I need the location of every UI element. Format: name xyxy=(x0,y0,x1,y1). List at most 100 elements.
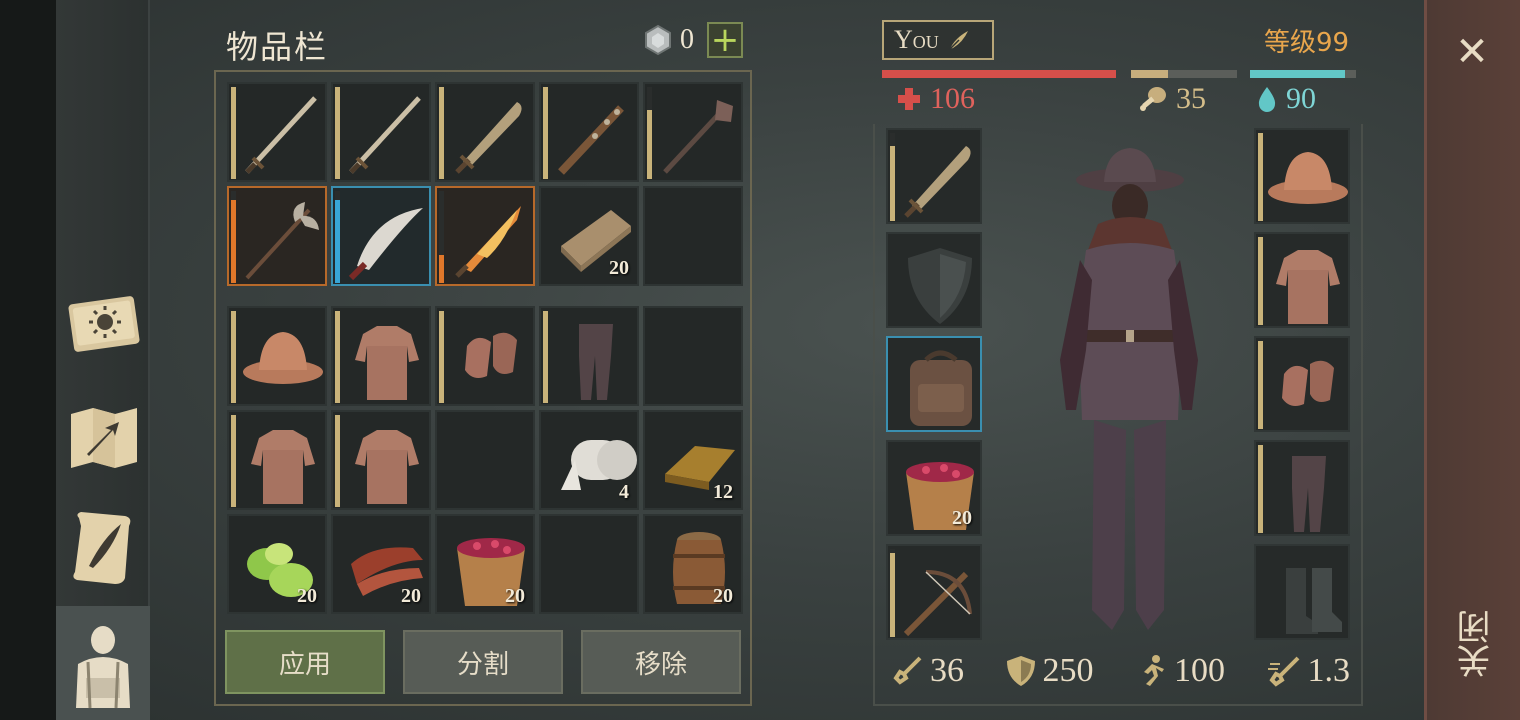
inventory-slot[interactable] xyxy=(539,306,639,406)
equipment-slot[interactable] xyxy=(886,336,982,432)
inventory-slot[interactable] xyxy=(331,410,431,510)
split-button[interactable]: 分割 xyxy=(403,630,563,694)
character-tab-active[interactable] xyxy=(56,606,150,720)
inventory-slot[interactable]: 20 xyxy=(331,514,431,614)
inventory-slot[interactable]: 4 xyxy=(539,410,639,510)
inventory-slot[interactable] xyxy=(331,82,431,182)
durability-bar xyxy=(231,87,236,179)
kettle-helmet-icon xyxy=(243,332,323,384)
inventory-slot[interactable]: 20 xyxy=(539,186,639,286)
inventory-slot[interactable] xyxy=(435,306,535,406)
health-bar xyxy=(882,70,1116,78)
attack-value: 36 xyxy=(930,652,964,689)
durability-bar xyxy=(439,87,444,179)
journal-sun-icon[interactable] xyxy=(64,284,144,364)
equipment-slot[interactable] xyxy=(1254,232,1350,328)
durability-bar xyxy=(1258,341,1263,429)
food-stat: 35 xyxy=(1138,82,1206,116)
durability-fill xyxy=(231,415,236,507)
durability-bar xyxy=(335,415,340,507)
quill-edit-icon[interactable] xyxy=(947,28,971,52)
water-value: 90 xyxy=(1286,82,1316,115)
empty-slot[interactable] xyxy=(539,514,639,614)
durability-fill xyxy=(335,311,340,403)
speed-value: 100 xyxy=(1174,652,1225,689)
add-coins-button[interactable]: + xyxy=(707,22,743,58)
chainmail-leggings-icon xyxy=(1292,456,1326,532)
crossbow-icon xyxy=(903,570,972,637)
inventory-slot[interactable] xyxy=(227,82,327,182)
durability-bar xyxy=(231,415,236,507)
durability-fill xyxy=(647,110,652,179)
character-backpack-icon xyxy=(76,626,130,709)
water-bar xyxy=(1250,70,1356,78)
inventory-slot[interactable] xyxy=(539,82,639,182)
armor-value: 250 xyxy=(1042,652,1094,689)
armor-shield-icon xyxy=(1006,656,1035,686)
durability-bar xyxy=(1258,237,1263,325)
chainmail-shirt-icon xyxy=(355,430,419,504)
boots-placeholder-icon xyxy=(1286,568,1342,634)
scroll-quill-icon[interactable] xyxy=(64,508,144,588)
item-quantity: 20 xyxy=(952,507,972,529)
durability-bar xyxy=(439,191,444,283)
equipment-slot[interactable] xyxy=(1254,440,1350,536)
durability-bar xyxy=(335,87,340,179)
close-label[interactable]: 关闭 xyxy=(1452,610,1497,678)
character-model[interactable] xyxy=(1046,140,1206,640)
attack-speed-stat: 1.3 xyxy=(1266,652,1350,690)
durability-fill xyxy=(543,87,548,179)
durability-fill xyxy=(231,200,236,283)
durability-bar xyxy=(335,311,340,403)
durability-fill xyxy=(1258,237,1263,325)
inventory-slot[interactable]: 12 xyxy=(643,410,743,510)
inventory-slot[interactable] xyxy=(331,186,431,286)
durability-fill xyxy=(439,87,444,179)
left-edge xyxy=(0,0,56,720)
chainmail-shirt-icon xyxy=(1276,250,1340,324)
inventory-slot[interactable] xyxy=(227,410,327,510)
health-cross-icon xyxy=(898,88,920,110)
durability-fill xyxy=(231,87,236,179)
durability-fill xyxy=(1258,133,1263,221)
chainmail-gloves-icon xyxy=(465,332,517,378)
durability-bar xyxy=(335,191,340,283)
equipment-slot[interactable] xyxy=(886,128,982,224)
equipment-slot[interactable] xyxy=(1254,336,1350,432)
inventory-slot[interactable] xyxy=(435,82,535,182)
kettle-helmet-icon xyxy=(1268,152,1348,204)
inventory-slot[interactable] xyxy=(227,306,327,406)
inventory-slot[interactable]: 20 xyxy=(643,514,743,614)
inventory-slot[interactable]: 20 xyxy=(227,514,327,614)
falchion-icon xyxy=(904,146,971,218)
remove-button[interactable]: 移除 xyxy=(581,630,741,694)
empty-slot[interactable] xyxy=(643,186,743,286)
water-drop-icon xyxy=(1258,87,1276,112)
meat-leg-icon xyxy=(1140,87,1166,111)
player-name-badge[interactable]: You xyxy=(882,20,994,60)
equipment-slot[interactable] xyxy=(1254,544,1350,640)
empty-slot[interactable] xyxy=(643,306,743,406)
inventory-slot[interactable]: 20 xyxy=(435,514,535,614)
inventory-slot[interactable] xyxy=(227,186,327,286)
equipment-slot[interactable] xyxy=(1254,128,1350,224)
equipment-slot[interactable]: 20 xyxy=(886,440,982,536)
close-icon[interactable]: ✕ xyxy=(1448,28,1496,76)
inventory-slot[interactable] xyxy=(643,82,743,182)
inventory-slot[interactable] xyxy=(435,186,535,286)
map-arrow-icon[interactable] xyxy=(64,398,144,478)
durability-fill xyxy=(1258,445,1263,533)
equipment-slot[interactable] xyxy=(886,232,982,328)
empty-slot[interactable] xyxy=(435,410,535,510)
durability-fill xyxy=(890,146,895,221)
inventory-slot[interactable] xyxy=(331,306,431,406)
player-level: 等级99 xyxy=(1264,28,1350,58)
chainmail-shirt-icon xyxy=(251,430,315,504)
food-value: 35 xyxy=(1176,82,1206,115)
chainmail-shirt-icon xyxy=(355,326,419,400)
longsword-icon xyxy=(349,96,421,174)
apply-button[interactable]: 应用 xyxy=(225,630,385,694)
attack-sword-icon xyxy=(893,656,922,685)
mace-icon xyxy=(663,100,733,174)
equipment-slot[interactable] xyxy=(886,544,982,640)
